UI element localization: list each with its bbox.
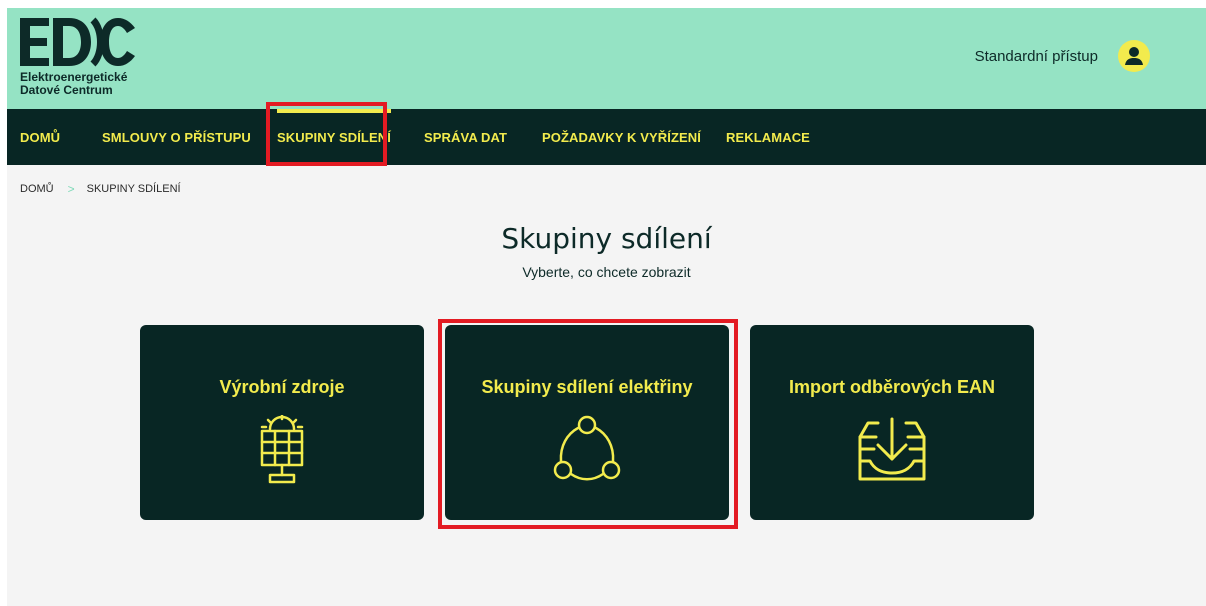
nav-item-data-management[interactable]: SPRÁVA DAT <box>424 109 507 165</box>
breadcrumb-separator-icon: > <box>67 182 75 196</box>
breadcrumb-current: SKUPINY SDÍLENÍ <box>86 183 181 195</box>
nav-item-access-contracts[interactable]: SMLOUVY O PŘÍSTUPU <box>102 109 251 165</box>
card-import-ean[interactable]: Import odběrových EAN <box>750 325 1034 520</box>
card-title: Import odběrových EAN <box>788 377 996 397</box>
brand-line-1: Elektroenergetické <box>20 70 128 84</box>
breadcrumb: DOMŮ > SKUPINY SDÍLENÍ <box>20 182 181 196</box>
import-tray-icon <box>858 417 926 481</box>
user-area: Standardní přístup <box>975 40 1150 72</box>
card-title: Skupiny sdílení elektřiny <box>481 377 693 397</box>
top-header: Elektroenergetické Datové Centrum Standa… <box>7 8 1206 109</box>
user-icon <box>1125 47 1143 65</box>
page-subtitle: Vyberte, co chcete zobrazit <box>522 264 691 280</box>
brand-line-2: Datové Centrum <box>20 83 113 97</box>
nav-item-complaints[interactable]: REKLAMACE <box>726 109 810 165</box>
page-title: Skupiny sdílení <box>501 222 712 255</box>
nav-item-home[interactable]: DOMŮ <box>20 109 60 165</box>
nav-item-pending-requests[interactable]: POŽADAVKY K VYŘÍZENÍ <box>542 109 701 165</box>
user-avatar[interactable] <box>1118 40 1150 72</box>
main-nav: DOMŮ SMLOUVY O PŘÍSTUPU SKUPINY SDÍLENÍ … <box>7 109 1206 165</box>
card-production-sources[interactable]: Výrobní zdroje <box>140 325 424 520</box>
card-electricity-sharing-groups[interactable]: Skupiny sdílení elektřiny <box>445 325 729 520</box>
edc-logo-mark <box>20 17 135 67</box>
access-level-label: Standardní přístup <box>974 47 1098 65</box>
breadcrumb-home[interactable]: DOMŮ <box>20 183 54 195</box>
edc-logo[interactable]: Elektroenergetické Datové Centrum <box>19 16 159 102</box>
solar-panel-icon <box>260 415 304 484</box>
card-title: Výrobní zdroje <box>219 377 345 397</box>
sharing-group-icon <box>553 415 621 481</box>
page: Elektroenergetické Datové Centrum Standa… <box>7 8 1206 606</box>
nav-item-sharing-groups[interactable]: SKUPINY SDÍLENÍ <box>277 109 391 165</box>
